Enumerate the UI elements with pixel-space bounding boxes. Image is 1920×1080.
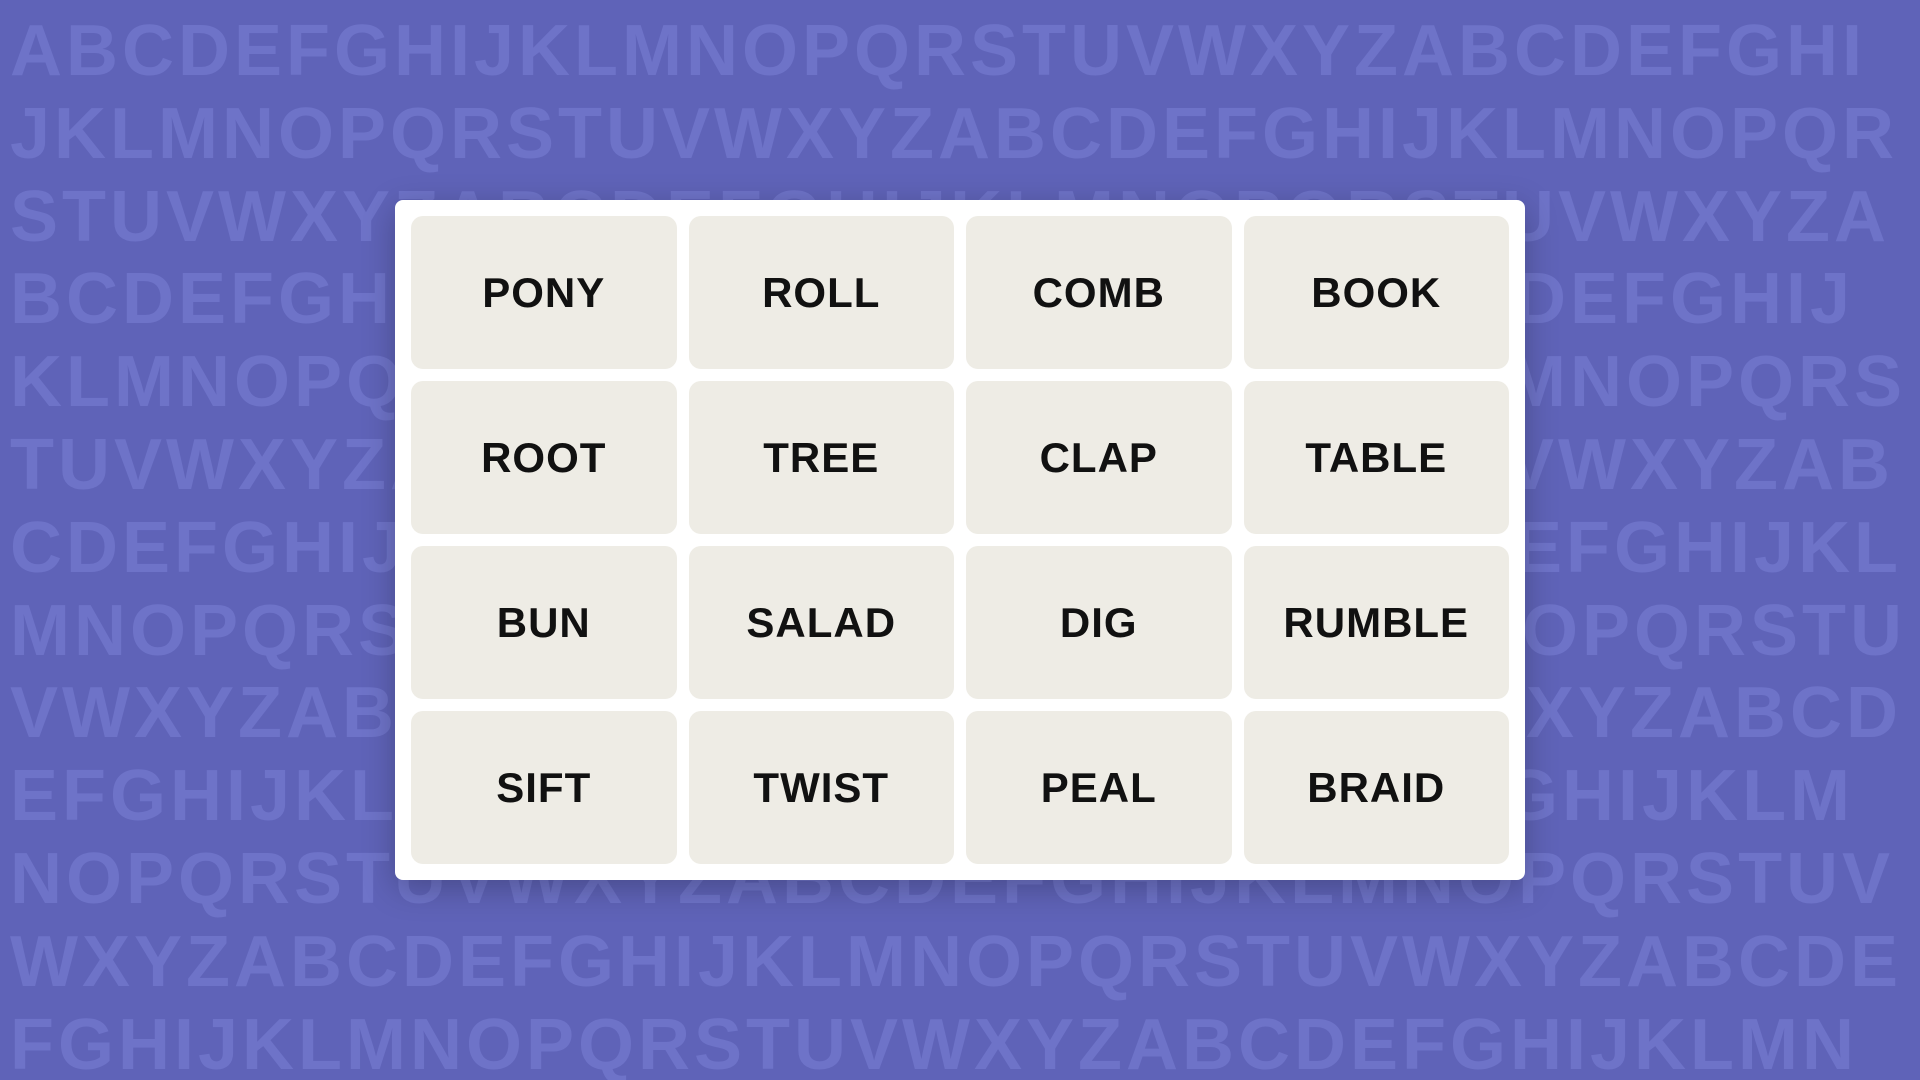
word-label: TWIST (753, 764, 889, 812)
word-card-dig[interactable]: DIG (966, 546, 1232, 699)
word-label: SIFT (496, 764, 591, 812)
word-label: PEAL (1041, 764, 1157, 812)
word-label: COMB (1033, 269, 1165, 317)
word-label: SALAD (746, 599, 896, 647)
word-label: TREE (763, 434, 879, 482)
word-label: BRAID (1307, 764, 1445, 812)
word-label: PONY (482, 269, 605, 317)
word-label: BUN (497, 599, 591, 647)
word-card-roll[interactable]: ROLL (689, 216, 955, 369)
word-card-pony[interactable]: PONY (411, 216, 677, 369)
word-card-braid[interactable]: BRAID (1244, 711, 1510, 864)
word-card-clap[interactable]: CLAP (966, 381, 1232, 534)
word-card-root[interactable]: ROOT (411, 381, 677, 534)
word-card-book[interactable]: BOOK (1244, 216, 1510, 369)
word-card-twist[interactable]: TWIST (689, 711, 955, 864)
word-label: RUMBLE (1283, 599, 1469, 647)
word-card-table[interactable]: TABLE (1244, 381, 1510, 534)
word-card-salad[interactable]: SALAD (689, 546, 955, 699)
word-card-tree[interactable]: TREE (689, 381, 955, 534)
word-card-sift[interactable]: SIFT (411, 711, 677, 864)
word-card-comb[interactable]: COMB (966, 216, 1232, 369)
word-label: DIG (1060, 599, 1138, 647)
word-label: ROOT (481, 434, 606, 482)
word-card-bun[interactable]: BUN (411, 546, 677, 699)
word-label: ROLL (762, 269, 880, 317)
word-label: CLAP (1040, 434, 1158, 482)
word-label: BOOK (1311, 269, 1441, 317)
word-card-peal[interactable]: PEAL (966, 711, 1232, 864)
word-label: TABLE (1305, 434, 1447, 482)
word-grid: PONY ROLL COMB BOOK ROOT TREE CLAP TABLE BUN SALA… (411, 216, 1509, 864)
word-card-rumble[interactable]: RUMBLE (1244, 546, 1510, 699)
word-grid-panel: PONY ROLL COMB BOOK ROOT TREE CLAP TABLE BUN SALA… (395, 200, 1525, 880)
